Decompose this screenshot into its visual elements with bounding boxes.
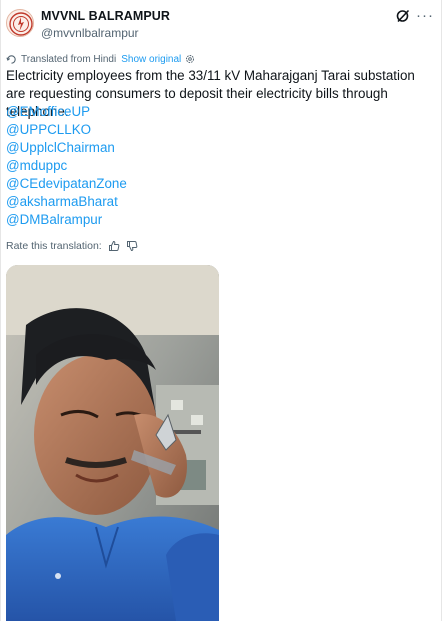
translate-icon [6,54,16,64]
author-display-name[interactable]: MVVNL BALRAMPUR [41,9,170,23]
mention-link[interactable]: @UpplclChairman [6,139,127,157]
translated-from-label: Translated from Hindi [21,53,117,65]
mention-link[interactable]: @DMBalrampur [6,211,127,229]
mention-link[interactable]: @mduppc [6,157,127,175]
more-horizontal-icon[interactable]: ··· [416,7,434,24]
mention-link[interactable]: @CEdevipatanZone [6,175,127,193]
mention-link[interactable]: @aksharmaBharat [6,193,127,211]
mvvnl-logo-icon[interactable] [6,9,34,37]
mention-link[interactable]: @EMofficeUP [6,103,127,121]
grok-icon[interactable] [395,8,411,24]
rate-translation: Rate this translation: [6,239,138,253]
left-border [0,0,1,621]
author-handle[interactable]: @mvvnlbalrampur [41,26,139,40]
video-thumbnail[interactable] [6,265,219,621]
translation-notice: Translated from Hindi Show original [6,52,195,66]
thumbs-up-icon[interactable] [108,240,120,252]
right-border [441,0,442,621]
thumbs-down-icon[interactable] [126,240,138,252]
gear-icon[interactable] [185,54,195,64]
tweet-header: MVVNL BALRAMPUR @mvvnlbalrampur ··· [0,0,444,46]
mention-link[interactable]: @UPPCLLKO [6,121,127,139]
mention-list: @EMofficeUP @UPPCLLKO @UpplclChairman @m… [6,103,127,229]
rate-translation-label: Rate this translation: [6,240,102,252]
show-original-link[interactable]: Show original [121,54,181,65]
